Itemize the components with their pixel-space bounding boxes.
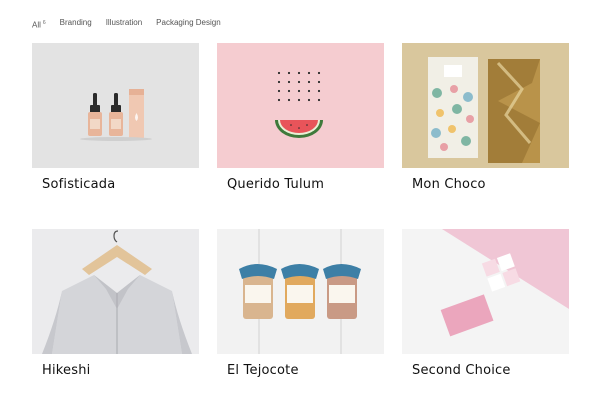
portfolio-grid: Sofisticada Querido Tulum Mon Choco Hike… [32, 43, 569, 378]
jam-jars-image [217, 229, 384, 354]
project-card-hikeshi[interactable]: Hikeshi [32, 229, 199, 379]
project-card-mon-choco[interactable]: Mon Choco [402, 43, 569, 193]
dropper-bottles-image [32, 43, 199, 168]
project-card-second-choice[interactable]: Second Choice [402, 229, 569, 379]
filter-branding[interactable]: Branding [60, 17, 92, 29]
project-card-querido-tulum[interactable]: Querido Tulum [217, 43, 384, 193]
project-thumbnail[interactable] [402, 43, 569, 168]
project-card-sofisticada[interactable]: Sofisticada [32, 43, 199, 193]
filter-all[interactable]: All 6 [32, 17, 46, 32]
project-thumbnail[interactable] [217, 43, 384, 168]
project-thumbnail[interactable] [32, 43, 199, 168]
project-title[interactable]: Second Choice [412, 363, 569, 379]
watermelon-image [217, 43, 384, 168]
project-title[interactable]: El Tejocote [227, 363, 384, 379]
project-thumbnail[interactable] [402, 229, 569, 354]
chocolate-packaging-image [402, 43, 569, 168]
filter-all-count: 6 [42, 20, 46, 26]
project-title[interactable]: Hikeshi [42, 363, 199, 379]
project-thumbnail[interactable] [217, 229, 384, 354]
project-card-el-tejocote[interactable]: El Tejocote [217, 229, 384, 379]
project-title[interactable]: Mon Choco [412, 177, 569, 193]
filter-illustration[interactable]: Illustration [106, 17, 142, 29]
business-cards-image [402, 229, 569, 354]
jacket-on-hanger-image [32, 229, 199, 354]
portfolio-filter-bar: All 6 Branding Illustration Packaging Des… [32, 17, 235, 32]
filter-packaging-design[interactable]: Packaging Design [156, 17, 220, 29]
project-title[interactable]: Querido Tulum [227, 177, 384, 193]
project-thumbnail[interactable] [32, 229, 199, 354]
project-title[interactable]: Sofisticada [42, 177, 199, 193]
